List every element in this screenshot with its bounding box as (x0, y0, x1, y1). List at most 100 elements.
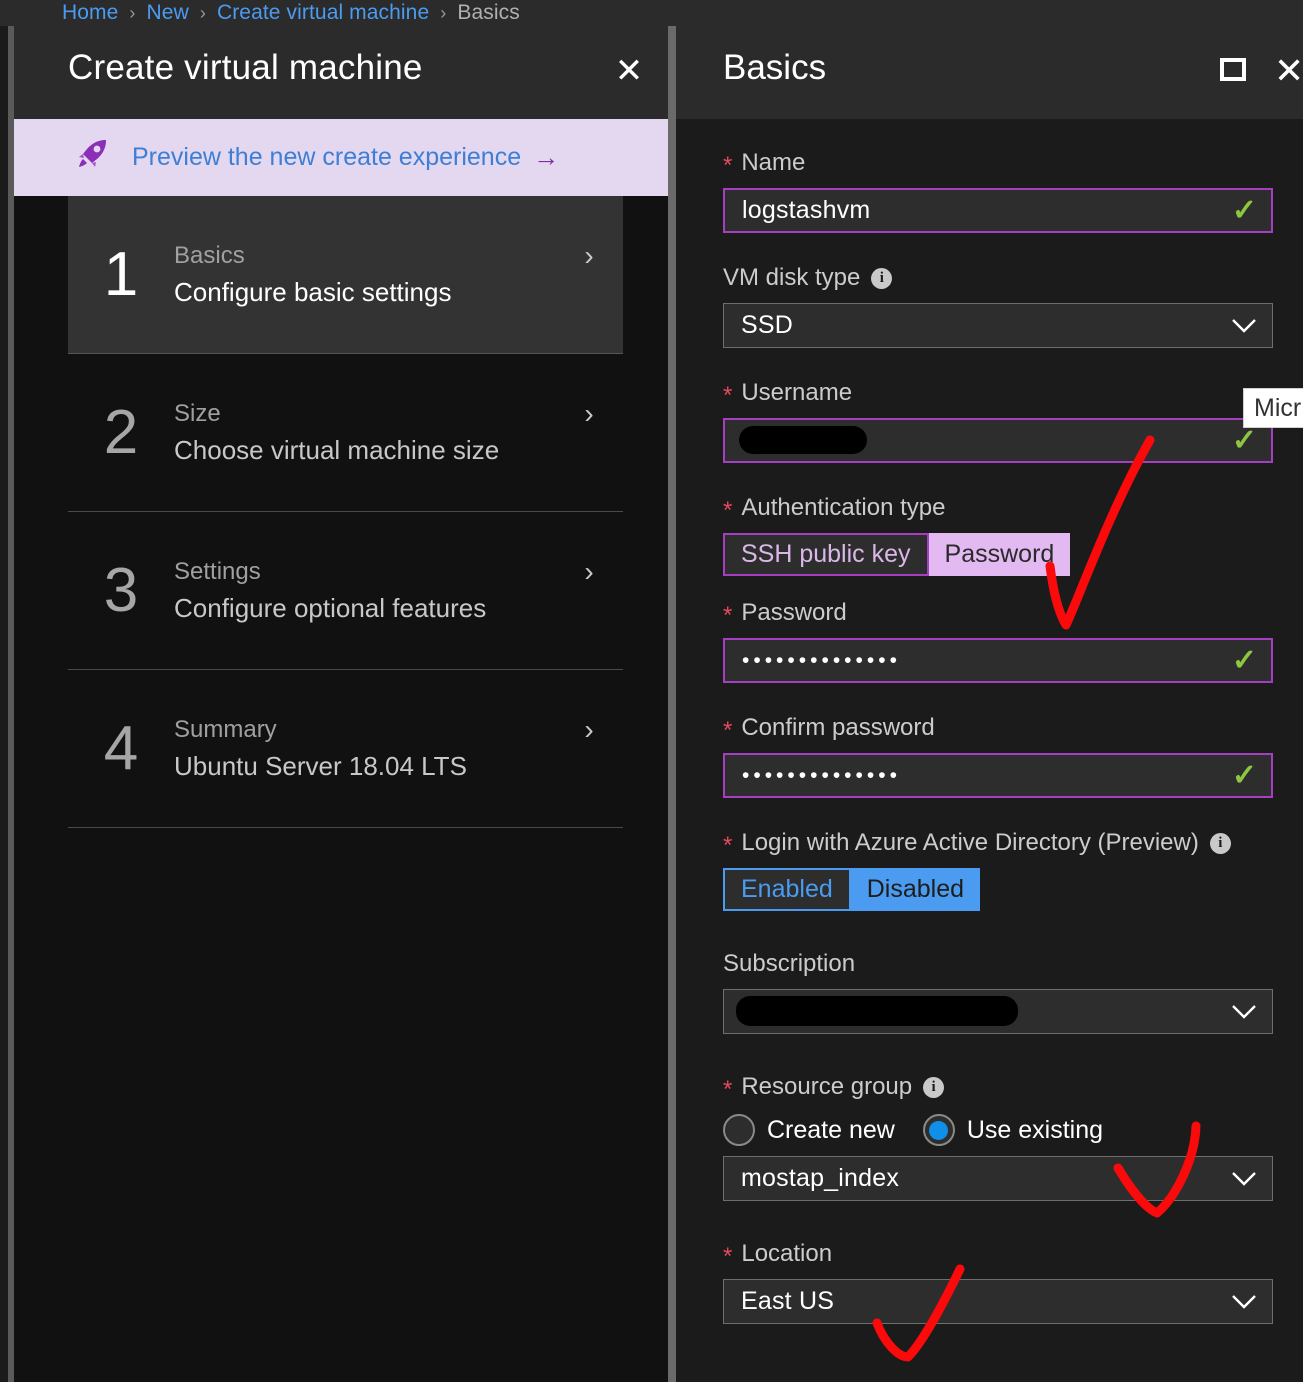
field-resource-group-label: * Resource group i (723, 1072, 1273, 1102)
basics-blade: Basics ✕ * Name logstashvm ✓ VM disk typ… (676, 26, 1303, 1382)
resource-group-value: mostap_index (741, 1164, 900, 1192)
step-description: Choose virtual machine size (174, 434, 500, 465)
password-input-value: •••••••••••••• (742, 648, 901, 672)
field-confirm-password-label: * Confirm password (723, 713, 1273, 743)
label-text: Resource group (741, 1073, 913, 1100)
required-marker: * (723, 602, 733, 629)
field-vm-disk-type: VM disk type i SSD (723, 263, 1273, 348)
chevron-right-icon: › (584, 556, 594, 587)
step-number: 2 (103, 398, 139, 467)
chevron-right-icon: › (584, 240, 594, 271)
radio-circle-icon (723, 1114, 755, 1146)
label-text: Login with Azure Active Directory (Previ… (741, 829, 1199, 856)
step-label: Basics (174, 241, 245, 269)
toggle-option-enabled[interactable]: Enabled (723, 868, 851, 911)
name-input[interactable]: logstashvm ✓ (723, 188, 1273, 233)
close-icon[interactable]: ✕ (608, 50, 650, 92)
valid-check-icon: ✓ (1231, 193, 1257, 227)
label-text: Authentication type (741, 494, 946, 521)
radio-label: Create new (767, 1115, 895, 1144)
required-marker: * (723, 832, 733, 859)
chevron-down-icon (1232, 1294, 1256, 1309)
basics-title: Basics (723, 48, 827, 87)
subscription-dropdown[interactable] (723, 989, 1273, 1034)
redacted-value (739, 426, 867, 454)
chevron-down-icon (1232, 1004, 1256, 1019)
resource-group-dropdown[interactable]: mostap_index (723, 1156, 1273, 1201)
info-icon[interactable]: i (1209, 832, 1231, 854)
chevron-right-icon: › (584, 398, 594, 429)
field-aad-login-label: * Login with Azure Active Directory (Pre… (723, 828, 1273, 858)
step-item-size[interactable]: 2 Size Choose virtual machine size › (68, 354, 623, 512)
toggle-option-disabled[interactable]: Disabled (850, 868, 981, 911)
toggle-option-ssh-public-key[interactable]: SSH public key (723, 533, 929, 576)
vm-disk-type-value: SSD (741, 311, 794, 339)
step-number: 3 (103, 556, 139, 625)
field-vm-disk-type-label: VM disk type i (723, 263, 1273, 293)
step-item-summary[interactable]: 4 Summary Ubuntu Server 18.04 LTS › (68, 670, 623, 828)
required-marker: * (723, 1076, 733, 1103)
create-vm-blade-header: Create virtual machine ✕ (14, 26, 669, 119)
preview-new-create-experience-banner[interactable]: Preview the new create experience → (14, 119, 669, 196)
field-authentication-type: * Authentication type SSH public key Pas… (723, 493, 1273, 576)
label-text: Confirm password (741, 714, 935, 741)
step-label: Summary (174, 715, 277, 743)
authentication-type-toggle: SSH public key Password (723, 533, 1273, 576)
field-password: * Password •••••••••••••• ✓ (723, 598, 1273, 683)
password-input[interactable]: •••••••••••••• ✓ (723, 638, 1273, 683)
label-text: VM disk type (723, 264, 861, 291)
label-text: Username (741, 379, 853, 406)
breadcrumb-item-create-virtual-machine[interactable]: Create virtual machine (217, 1, 429, 25)
field-resource-group: * Resource group i Create new Use existi… (723, 1072, 1273, 1201)
confirm-password-input[interactable]: •••••••••••••• ✓ (723, 753, 1273, 798)
field-username: * Username ✓ (723, 378, 1273, 463)
redacted-value (736, 996, 1018, 1026)
aad-login-toggle: Enabled Disabled (723, 868, 1273, 911)
label-text: Subscription (723, 950, 856, 977)
username-input[interactable]: ✓ (723, 418, 1273, 463)
breadcrumb-item-new[interactable]: New (147, 1, 189, 25)
field-name-label: * Name (723, 148, 1273, 178)
chevron-down-icon (1232, 318, 1256, 333)
basics-form: * Name logstashvm ✓ VM disk type i SSD *… (723, 148, 1273, 1324)
radio-create-new[interactable]: Create new (723, 1114, 895, 1146)
radio-use-existing[interactable]: Use existing (922, 1114, 1104, 1146)
label-text: Name (741, 149, 806, 176)
info-icon[interactable]: i (871, 267, 893, 289)
field-username-label: * Username (723, 378, 1273, 408)
create-vm-title: Create virtual machine (68, 48, 423, 87)
create-vm-steps-list: 1 Basics Configure basic settings › 2 Si… (68, 196, 623, 828)
field-authentication-type-label: * Authentication type (723, 493, 1273, 523)
close-icon[interactable]: ✕ (1274, 50, 1303, 92)
required-marker: * (723, 1243, 733, 1270)
field-password-label: * Password (723, 598, 1273, 628)
step-number: 4 (103, 714, 139, 783)
basics-blade-header: Basics ✕ (676, 26, 1303, 119)
preview-banner-text: Preview the new create experience (132, 143, 522, 171)
breadcrumb-item-home[interactable]: Home (62, 1, 118, 25)
step-item-basics[interactable]: 1 Basics Configure basic settings › (68, 196, 623, 354)
breadcrumb: Home › New › Create virtual machine › Ba… (0, 0, 1303, 26)
vm-disk-type-dropdown[interactable]: SSD (723, 303, 1273, 348)
field-subscription: Subscription (723, 949, 1273, 1034)
azure-portal-create-vm-screen: Home › New › Create virtual machine › Ba… (0, 0, 1303, 1382)
radio-label: Use existing (966, 1115, 1104, 1144)
rocket-icon (72, 136, 110, 179)
valid-check-icon: ✓ (1231, 758, 1257, 792)
field-name: * Name logstashvm ✓ (723, 148, 1273, 233)
field-location-label: * Location (723, 1239, 1273, 1269)
location-dropdown[interactable]: East US (723, 1279, 1273, 1324)
chevron-down-icon (1232, 1171, 1256, 1186)
required-marker: * (723, 497, 733, 524)
required-marker: * (723, 717, 733, 744)
resource-group-radio-group: Create new Use existing (723, 1114, 1273, 1146)
info-icon[interactable]: i (923, 1076, 945, 1098)
radio-circle-selected-icon (922, 1114, 955, 1146)
maximize-icon[interactable] (1220, 58, 1250, 88)
step-item-settings[interactable]: 3 Settings Configure optional features › (68, 512, 623, 670)
step-label: Size (174, 399, 221, 427)
toggle-option-password[interactable]: Password (928, 533, 1071, 576)
step-description: Configure basic settings (174, 276, 452, 307)
required-marker: * (723, 382, 733, 409)
step-number: 1 (103, 240, 139, 309)
